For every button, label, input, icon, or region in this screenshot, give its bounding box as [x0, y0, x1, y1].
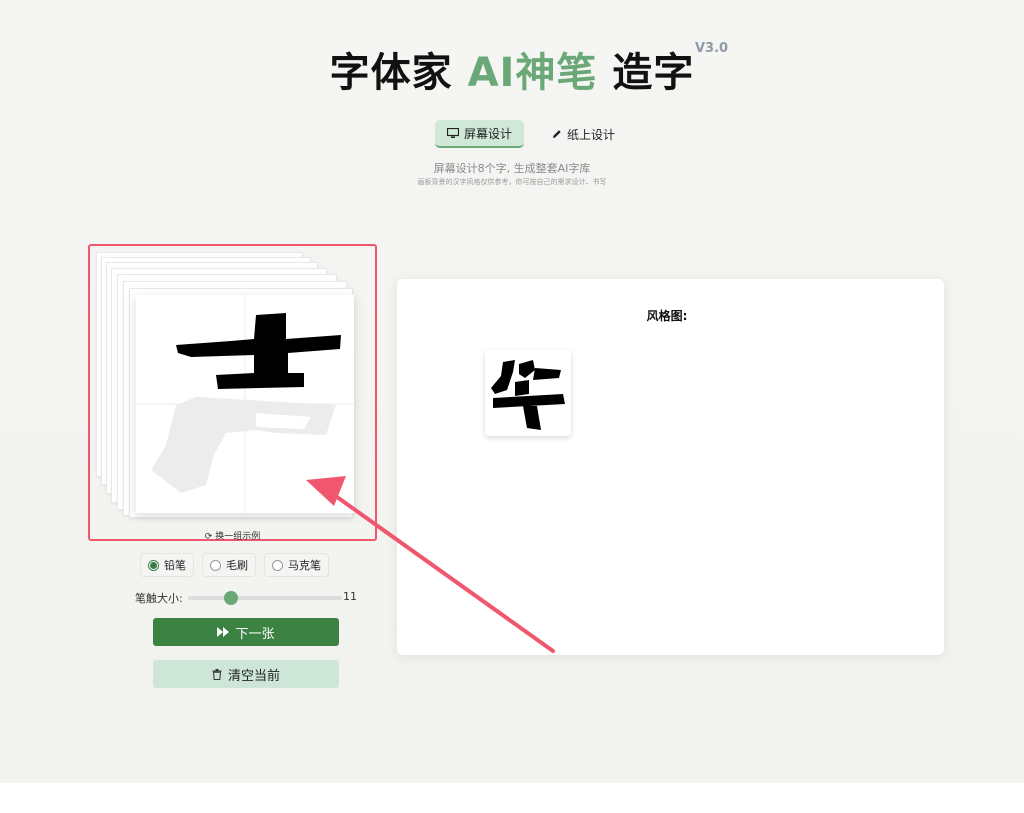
change-examples-label: 换一组示例 [215, 532, 261, 542]
style-glyph [491, 360, 565, 430]
stroke-size-label: 笔触大小: [135, 592, 183, 605]
tab-paper-design[interactable]: 纸上设计 [540, 120, 627, 148]
canvas-highlight [88, 244, 377, 541]
subtitle: 屏幕设计8个字, 生成整套AI字库 [433, 162, 591, 175]
tab-screen-design[interactable]: 屏幕设计 [435, 120, 525, 148]
brush-options: 铅笔 毛刷 马克笔 [140, 553, 329, 577]
pencil-icon [553, 130, 561, 138]
next-button-label: 下一张 [235, 626, 275, 642]
stroke-size-value: 11 [343, 590, 357, 603]
style-panel: 风格图: [397, 279, 944, 655]
page-title: 字体家 AI神笔 造字 [0, 40, 1024, 98]
refresh-icon: ⟳ [204, 532, 213, 542]
version-badge: V3.0 [695, 41, 729, 56]
change-examples-link[interactable]: ⟳ 换一组示例 [0, 529, 465, 542]
fast-forward-icon [217, 627, 230, 637]
slider-thumb[interactable] [224, 591, 239, 605]
subnote: 画板背景的汉字风格仅供参考，你可按自己的需求设计、书写 [417, 178, 607, 186]
trash-icon [212, 668, 222, 680]
radio-pencil[interactable] [148, 559, 159, 571]
radio-marker[interactable] [272, 559, 283, 571]
title-accent: AI神笔 [467, 50, 598, 96]
title-prefix: 字体家 [329, 50, 453, 96]
brush-label-pencil: 铅笔 [164, 559, 186, 572]
brush-option-pencil[interactable]: 铅笔 [140, 553, 194, 577]
tab-screen-design-label: 屏幕设计 [464, 126, 513, 141]
brush-option-brush[interactable]: 毛刷 [202, 553, 256, 577]
mode-tabs: 屏幕设计 纸上设计 [435, 120, 627, 148]
clear-button[interactable]: 清空当前 [153, 660, 339, 688]
clear-button-label: 清空当前 [227, 668, 280, 684]
brush-option-marker[interactable]: 马克笔 [264, 553, 329, 577]
monitor-icon [447, 127, 459, 138]
stroke-size-slider[interactable] [188, 591, 342, 605]
style-thumbnail [485, 350, 571, 436]
brush-label-brush: 毛刷 [226, 559, 248, 572]
radio-brush[interactable] [210, 559, 221, 571]
tab-paper-design-label: 纸上设计 [567, 127, 616, 142]
title-suffix: 造字 [612, 50, 695, 96]
brush-label-marker: 马克笔 [288, 559, 321, 572]
style-panel-title: 风格图: [646, 309, 688, 323]
next-button[interactable]: 下一张 [153, 618, 339, 646]
